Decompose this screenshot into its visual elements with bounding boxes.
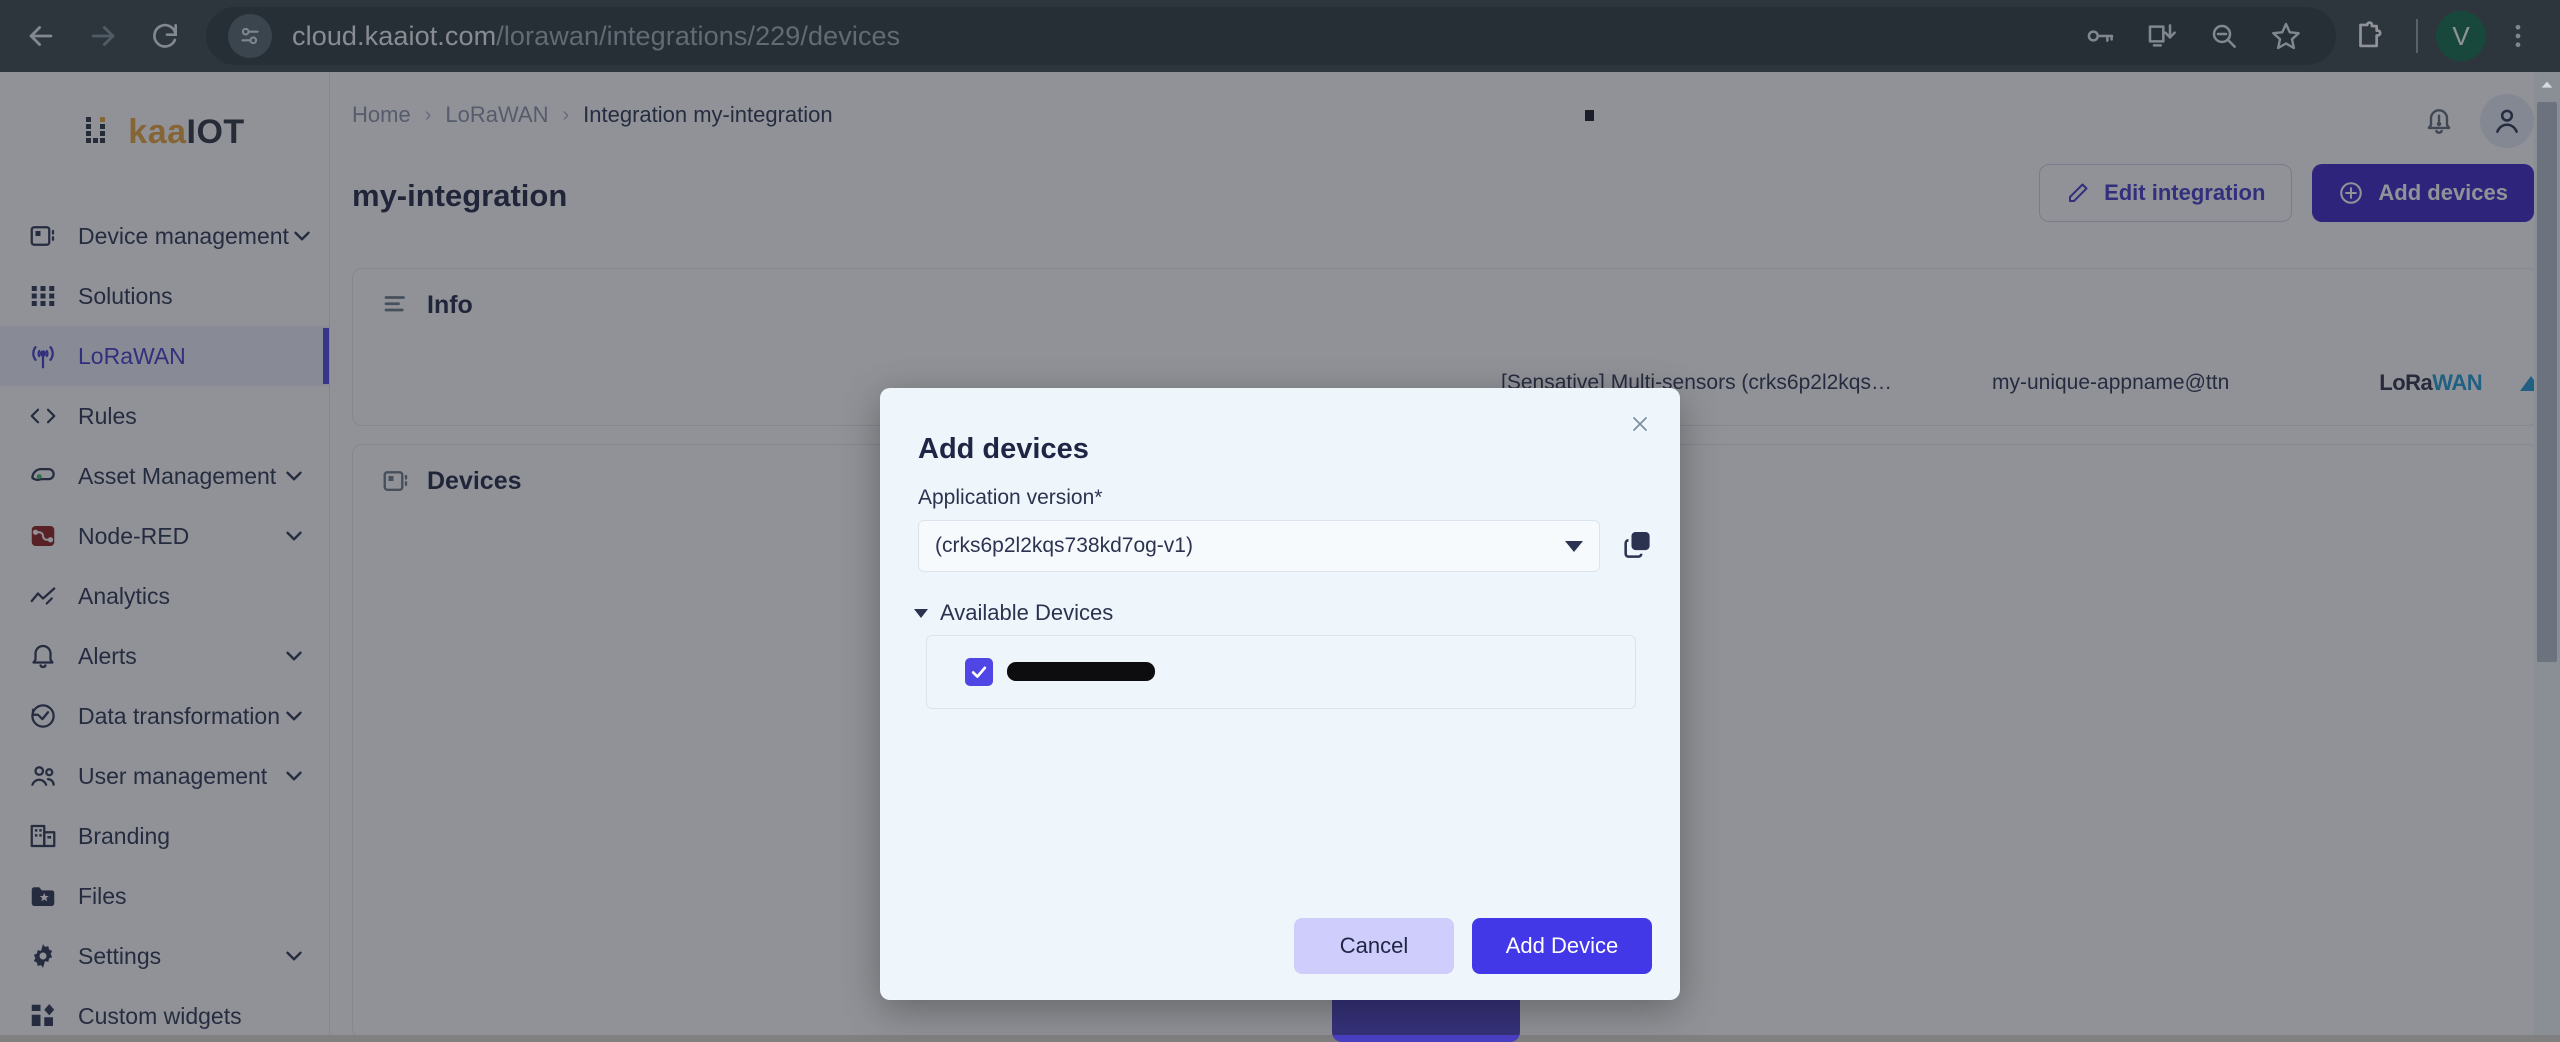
scroll-up-arrow-icon[interactable] bbox=[2534, 72, 2560, 98]
scrollbar-thumb[interactable] bbox=[2537, 102, 2557, 662]
checkmark-icon bbox=[969, 662, 989, 682]
device-checkbox[interactable] bbox=[965, 658, 993, 686]
copy-icon[interactable] bbox=[1620, 529, 1654, 563]
copy-glyph-icon bbox=[1620, 529, 1654, 563]
available-devices-label: Available Devices bbox=[940, 600, 1113, 626]
dialog-title: Add devices bbox=[918, 433, 1089, 466]
cancel-button[interactable]: Cancel bbox=[1294, 918, 1454, 974]
up-arrow-glyph bbox=[2539, 77, 2555, 93]
add-device-button[interactable]: Add Device bbox=[1472, 918, 1652, 974]
application-version-label: Application version* bbox=[918, 486, 1102, 510]
close-x-icon bbox=[1628, 412, 1652, 436]
application-version-row: (crks6p2l2kqs738kd7og-v1) bbox=[918, 520, 1654, 572]
triangle-collapse-icon bbox=[914, 609, 928, 618]
page-scrollbar[interactable] bbox=[2534, 72, 2560, 1035]
dialog-footer: Cancel Add Device bbox=[1294, 918, 1652, 974]
available-devices-toggle[interactable]: Available Devices bbox=[914, 600, 1113, 626]
cursor-artifact bbox=[1585, 110, 1594, 121]
close-icon[interactable] bbox=[1620, 404, 1660, 444]
chevron-down-icon bbox=[1565, 541, 1583, 552]
redaction-bar bbox=[1007, 662, 1155, 681]
application-version-value: (crks6p2l2kqs738kd7og-v1) bbox=[935, 534, 1565, 558]
list-item[interactable]: 6F bbox=[927, 658, 1125, 686]
add-devices-dialog: Add devices Application version* (crks6p… bbox=[880, 388, 1680, 1000]
available-devices-list: 6F bbox=[926, 635, 1636, 709]
device-name: 6F bbox=[1007, 660, 1125, 684]
application-version-select[interactable]: (crks6p2l2kqs738kd7og-v1) bbox=[918, 520, 1600, 572]
